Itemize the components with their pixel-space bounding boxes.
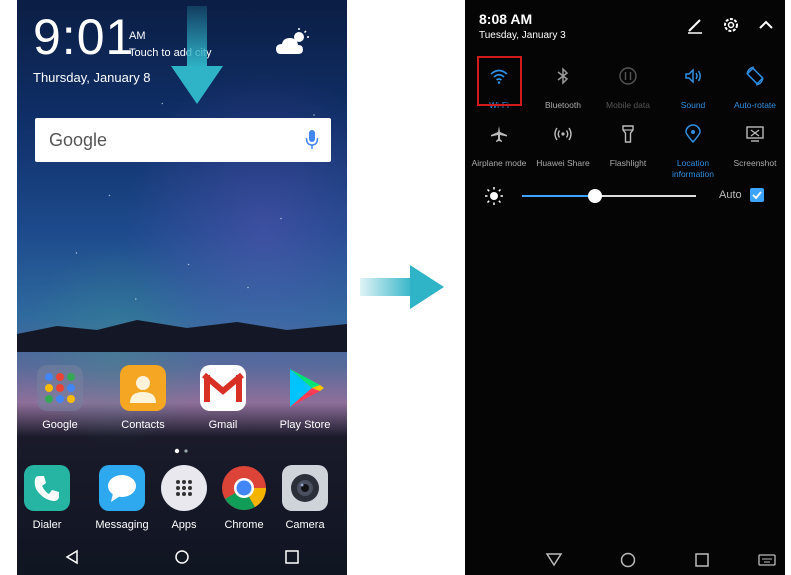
app-camera[interactable]: Camera: [275, 465, 335, 531]
tile-sound[interactable]: Sound: [661, 66, 725, 111]
app-label: Apps: [171, 519, 197, 531]
sound-icon: [685, 68, 701, 84]
app-drawer-button[interactable]: Apps: [154, 465, 214, 531]
tile-label: Screenshot: [733, 158, 777, 168]
app-label: Play Store: [279, 419, 331, 431]
keyboard-icon[interactable]: [758, 554, 776, 566]
brightness-slider-fill: [522, 195, 596, 197]
brightness-slider-thumb[interactable]: [588, 189, 603, 203]
screenshot-icon: [746, 126, 764, 142]
clock-time: 9:01: [33, 9, 135, 65]
app-label: Contacts: [121, 419, 165, 431]
app-contacts[interactable]: Contacts: [113, 365, 173, 431]
back-icon[interactable]: [64, 549, 80, 565]
page-indicator: [174, 448, 188, 454]
partly-cloudy-icon[interactable]: [275, 28, 311, 58]
navigation-bar: [17, 538, 347, 575]
location-icon: [685, 124, 701, 144]
messaging-icon: [99, 465, 145, 511]
app-chrome[interactable]: Chrome: [214, 465, 274, 531]
wallpaper-mountains: [17, 320, 347, 352]
tile-label: Sound: [680, 100, 706, 110]
home-icon[interactable]: [620, 552, 636, 568]
clock-date: Thursday, January 8: [33, 70, 151, 85]
app-dialer[interactable]: Dialer: [17, 465, 77, 531]
app-messaging[interactable]: Messaging: [92, 465, 152, 531]
home-screen: 9:01 AM Touch to add city Thursday, Janu…: [17, 0, 347, 575]
collapse-chevron-icon[interactable]: [756, 15, 776, 35]
clock-am-pm: AM: [129, 30, 146, 42]
tile-label: Huawei Share: [536, 158, 590, 168]
tile-label: Airplane mode: [471, 158, 527, 168]
recents-icon[interactable]: [695, 553, 709, 567]
app-play-store[interactable]: Play Store: [275, 365, 335, 431]
auto-brightness-checkbox[interactable]: [750, 188, 764, 202]
flashlight-icon: [622, 125, 634, 143]
recents-icon[interactable]: [284, 549, 300, 565]
tile-label: Mobile data: [606, 100, 650, 110]
tile-huawei-share[interactable]: Huawei Share: [531, 124, 595, 169]
tile-location-information[interactable]: Location information: [661, 124, 725, 180]
panel-time: 8:08 AM: [479, 11, 533, 27]
navigation-bar: [545, 552, 776, 568]
notification-panel: 8:08 AM Tuesday, January 3 Wi-Fi Bluetoo…: [465, 0, 785, 575]
settings-gear-icon[interactable]: [721, 15, 741, 35]
apps-icon: [161, 465, 207, 511]
play-store-icon: [282, 365, 328, 411]
app-label: Messaging: [95, 519, 149, 531]
panel-date: Tuesday, January 3: [479, 30, 566, 41]
app-label: Dialer: [32, 519, 62, 531]
back-icon[interactable]: [545, 553, 563, 567]
google-search-bar[interactable]: Google: [35, 118, 331, 162]
huawei-share-icon: [554, 127, 572, 141]
tile-label: Location information: [671, 158, 715, 179]
app-google-folder[interactable]: Google: [30, 365, 90, 431]
auto-rotate-icon: [746, 66, 764, 86]
tile-auto-rotate[interactable]: Auto-rotate: [723, 66, 785, 111]
bluetooth-icon: [557, 67, 569, 85]
microphone-icon[interactable]: [305, 129, 319, 151]
tile-mobile-data[interactable]: Mobile data: [596, 66, 660, 111]
google-logo: Google: [49, 129, 108, 150]
app-label: Gmail: [208, 419, 238, 431]
wifi-tile-highlight: [477, 56, 522, 106]
airplane-icon: [491, 126, 507, 142]
tile-flashlight[interactable]: Flashlight: [596, 124, 660, 169]
brightness-icon: [485, 187, 503, 205]
gmail-icon: [200, 365, 246, 411]
transition-arrow-icon: [360, 265, 444, 309]
app-label: Google: [42, 419, 78, 431]
app-label: Chrome: [224, 519, 264, 531]
contacts-icon: [120, 365, 166, 411]
app-label: Camera: [285, 519, 325, 531]
tile-label: Auto-rotate: [733, 100, 777, 110]
edit-pencil-icon[interactable]: [685, 15, 705, 35]
auto-brightness-label: Auto: [719, 189, 742, 201]
camera-icon: [282, 465, 328, 511]
tile-bluetooth[interactable]: Bluetooth: [531, 66, 595, 111]
google-folder-icon: [37, 365, 83, 411]
swipe-down-arrow-icon: [171, 6, 223, 104]
tile-label: Flashlight: [609, 158, 647, 168]
chrome-icon: [221, 465, 267, 511]
tile-airplane-mode[interactable]: Airplane mode: [467, 124, 531, 169]
dialer-icon: [24, 465, 70, 511]
tile-label: Bluetooth: [545, 100, 581, 110]
app-gmail[interactable]: Gmail: [193, 365, 253, 431]
mobile-data-icon: [619, 67, 637, 85]
home-icon[interactable]: [174, 549, 190, 565]
tile-screenshot[interactable]: Screenshot: [723, 124, 785, 169]
